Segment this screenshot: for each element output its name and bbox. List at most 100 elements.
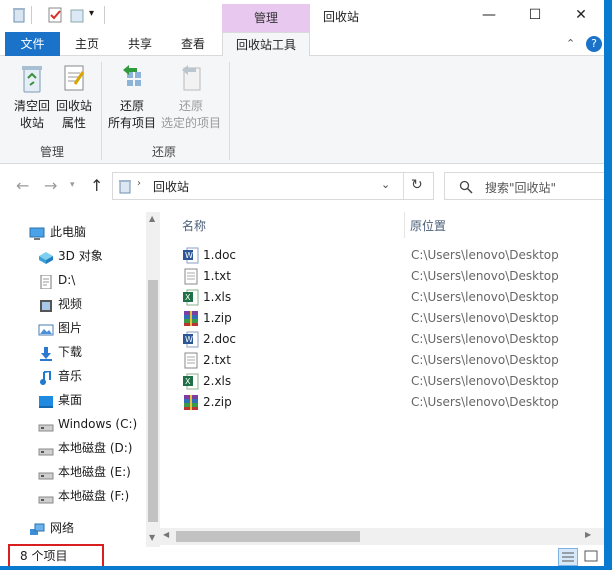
- nav-item[interactable]: 本地磁盘 (F:): [0, 484, 146, 508]
- nav-item[interactable]: 网络: [0, 516, 146, 540]
- nav-item[interactable]: 本地磁盘 (E:): [0, 460, 146, 484]
- nav-item-label: 本地磁盘 (F:): [58, 489, 130, 503]
- file-name: 1.txt: [203, 269, 231, 283]
- nav-item[interactable]: D:\: [0, 268, 146, 292]
- network-icon: [29, 521, 45, 535]
- maximize-button[interactable]: ☐: [512, 0, 558, 32]
- download-icon: [38, 345, 54, 361]
- file-original-location: C:\Users\lenovo\Desktop: [411, 290, 559, 304]
- button-label: 还原: [178, 99, 203, 113]
- recycle-bin-icon: [10, 6, 28, 24]
- recent-locations-button[interactable]: ▾: [70, 180, 75, 190]
- file-row[interactable]: 2.zip C:\Users\lenovo\Desktop: [160, 392, 612, 413]
- file-original-location: C:\Users\lenovo\Desktop: [411, 353, 559, 367]
- zip-file-icon: [183, 310, 199, 327]
- nav-item-label: 下载: [58, 345, 83, 359]
- nav-item[interactable]: Windows (C:): [0, 412, 146, 436]
- tab-view[interactable]: 查看: [168, 32, 218, 56]
- file-name: 2.txt: [203, 353, 231, 367]
- restore-selected-button[interactable]: 还原 选定的项目: [158, 62, 224, 132]
- nav-item[interactable]: 视频: [0, 292, 146, 316]
- nav-item-label: 本地磁盘 (D:): [58, 441, 133, 455]
- scroll-right-icon[interactable]: ▶: [585, 530, 591, 539]
- nav-item-label: Windows (C:): [58, 417, 138, 431]
- address-bar[interactable]: › 回收站 ⌄ ↻: [112, 172, 434, 200]
- nav-item[interactable]: 此电脑: [0, 220, 146, 244]
- large-icons-view-icon: [584, 550, 598, 562]
- up-button[interactable]: ↑: [90, 176, 103, 195]
- nav-item-label: 此电脑: [50, 225, 87, 239]
- window-frame: [604, 0, 612, 570]
- divider: [104, 6, 105, 24]
- breadcrumb-recycle-bin[interactable]: 回收站: [153, 178, 189, 195]
- file-row[interactable]: 2.txt C:\Users\lenovo\Desktop: [160, 350, 612, 371]
- help-icon[interactable]: ?: [586, 36, 602, 52]
- nav-item[interactable]: 桌面: [0, 388, 146, 412]
- nav-item[interactable]: 下载: [0, 340, 146, 364]
- nav-item[interactable]: 音乐: [0, 364, 146, 388]
- empty-recycle-bin-button[interactable]: 清空回 收站: [8, 62, 56, 132]
- file-row[interactable]: 1.txt C:\Users\lenovo\Desktop: [160, 266, 612, 287]
- search-icon: [459, 180, 473, 194]
- group-label-restore: 还原: [152, 145, 177, 159]
- file-row[interactable]: W 2.doc C:\Users\lenovo\Desktop: [160, 329, 612, 350]
- close-button[interactable]: ✕: [558, 0, 604, 32]
- column-divider[interactable]: [404, 212, 405, 238]
- drive-icon: [38, 465, 54, 480]
- excel-file-icon: X: [183, 289, 199, 306]
- scroll-up-icon[interactable]: ▲: [149, 214, 155, 223]
- nav-item-label: 本地磁盘 (E:): [58, 465, 131, 479]
- nav-scrollbar-thumb[interactable]: [148, 280, 158, 522]
- restore-all-button[interactable]: 还原 所有项目: [104, 62, 160, 132]
- tab-recycle-bin-tools[interactable]: 回收站工具: [222, 32, 310, 57]
- scroll-down-icon[interactable]: ▼: [149, 533, 155, 542]
- minimize-button[interactable]: —: [466, 0, 512, 32]
- file-row[interactable]: X 2.xls C:\Users\lenovo\Desktop: [160, 371, 612, 392]
- horizontal-scrollbar-thumb[interactable]: [176, 531, 360, 542]
- divider: [403, 173, 404, 199]
- drive-icon: [38, 489, 54, 504]
- window-title: 回收站: [323, 10, 360, 24]
- back-button[interactable]: ←: [16, 176, 29, 195]
- customize-toolbar-icon[interactable]: ▾: [89, 8, 94, 19]
- svg-text:W: W: [185, 251, 193, 260]
- tab-file[interactable]: 文件: [5, 32, 60, 56]
- breadcrumb-chevron-icon[interactable]: ›: [137, 178, 141, 189]
- word-file-icon: W: [183, 331, 199, 348]
- manage-context-header: 管理: [222, 4, 310, 32]
- large-icons-view-button[interactable]: [582, 548, 602, 566]
- tab-home[interactable]: 主页: [62, 32, 112, 56]
- file-row[interactable]: 1.zip C:\Users\lenovo\Desktop: [160, 308, 612, 329]
- computer-icon: [29, 225, 45, 240]
- text-file-icon: [183, 352, 199, 369]
- pictures-icon: [38, 321, 54, 336]
- address-dropdown-icon[interactable]: ⌄: [381, 178, 390, 191]
- tab-share[interactable]: 共享: [114, 32, 166, 56]
- new-folder-icon[interactable]: [68, 6, 86, 24]
- file-name: 2.doc: [203, 332, 237, 346]
- scroll-left-icon[interactable]: ◀: [163, 530, 169, 539]
- file-original-location: C:\Users\lenovo\Desktop: [411, 332, 559, 346]
- details-view-button[interactable]: [558, 548, 578, 566]
- nav-item[interactable]: 图片: [0, 316, 146, 340]
- column-header-location[interactable]: 原位置: [410, 214, 446, 238]
- nav-item-label: 3D 对象: [58, 249, 103, 263]
- desktop-icon: [38, 393, 54, 408]
- forward-button[interactable]: →: [44, 176, 57, 195]
- file-row[interactable]: X 1.xls C:\Users\lenovo\Desktop: [160, 287, 612, 308]
- column-header-name[interactable]: 名称: [182, 214, 206, 238]
- recycle-bin-properties-button[interactable]: 回收站 属性: [54, 62, 94, 132]
- properties-icon[interactable]: [46, 6, 64, 24]
- collapse-ribbon-icon[interactable]: ⌃: [566, 37, 580, 51]
- nav-item[interactable]: 3D 对象: [0, 244, 146, 268]
- excel-file-icon: X: [183, 373, 199, 390]
- file-row[interactable]: W 1.doc C:\Users\lenovo\Desktop: [160, 245, 612, 266]
- nav-item-label: 桌面: [58, 393, 83, 407]
- search-box[interactable]: 搜索"回收站": [444, 172, 606, 200]
- details-view-icon: [562, 552, 574, 562]
- drive-icon: [38, 441, 54, 456]
- nav-item[interactable]: 本地磁盘 (D:): [0, 436, 146, 460]
- word-file-icon: W: [183, 247, 199, 264]
- refresh-icon[interactable]: ↻: [411, 177, 423, 193]
- file-name: 2.xls: [203, 374, 232, 388]
